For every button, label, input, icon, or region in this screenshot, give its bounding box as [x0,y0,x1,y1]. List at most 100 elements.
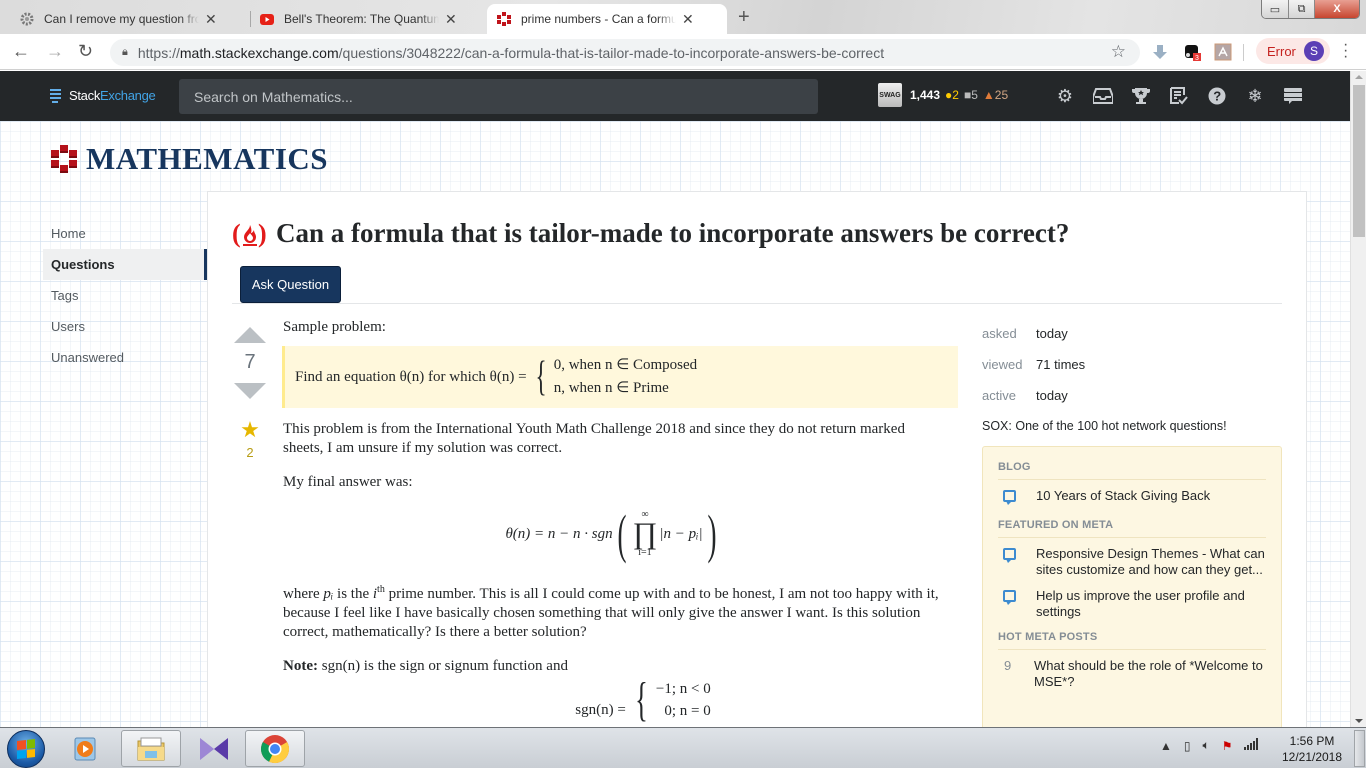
blog-item[interactable]: 10 Years of Stack Giving Back [998,488,1266,505]
network-signal-icon[interactable] [1244,738,1260,753]
user-card[interactable]: SWAG 1,443 ●2 ■5 ▲25 [878,83,1008,107]
reload-icon[interactable]: ↻ [78,41,93,62]
review-queue-icon[interactable] [1160,84,1198,108]
featured-meta-header: FEATURED ON META [998,514,1266,538]
post-paragraph: Note: sgn(n) is the sign or signum funct… [283,658,568,674]
new-tab-button[interactable]: + [738,6,750,29]
browser-tab-active[interactable]: prime numbers - Can a formula t ✕ [487,4,727,34]
hot-question-icon[interactable]: () [232,220,268,248]
nav-item-questions[interactable]: Questions [43,249,207,280]
site-search-input[interactable]: Search on Mathematics... [179,79,818,114]
nav-item-unanswered[interactable]: Unanswered [43,342,207,373]
profile-status-label: Error [1267,43,1296,59]
se-topbar: Stack Exchange Search on Mathematics... S… [0,71,1350,121]
extension-icon[interactable]: 3 [1184,43,1202,62]
close-tab-icon[interactable]: ✕ [682,11,694,28]
asked-row: asked today [982,326,1068,341]
address-bar[interactable]: 🔒︎ https://math.stackexchange.com/questi… [110,39,1140,66]
question-body: Sample problem: Find an equation θ(n) fo… [282,318,958,726]
topbar-icons: ⚙︎ ? ❄︎ [1046,84,1312,108]
media-player-icon[interactable] [56,730,116,767]
inbox-icon[interactable] [1084,84,1122,108]
action-center-flag-icon[interactable]: ⚑ [1222,739,1233,753]
achievements-gear-icon[interactable]: ⚙︎ [1046,84,1084,108]
chat-icon[interactable] [1274,84,1312,108]
tab-title: prime numbers - Can a formula t [521,12,676,26]
nav-item-tags[interactable]: Tags [43,280,207,311]
close-tab-icon[interactable]: ✕ [445,11,457,28]
ask-question-button[interactable]: Ask Question [240,266,341,303]
trophy-icon[interactable] [1122,84,1160,108]
gold-badges: ●2 [945,88,959,102]
browser-toolbar: ← → ↻ 🔒︎ https://math.stackexchange.com/… [0,34,1366,70]
reputation: 1,443 [910,88,941,102]
back-arrow-icon[interactable]: ← [12,41,30,62]
profile-error-button[interactable]: Error S [1256,38,1330,64]
window-controls: ▭ ⧉ X [1261,0,1360,19]
blockquote: Find an equation θ(n) for which θ(n) = {… [282,346,958,408]
favorite-star-icon[interactable]: ★ [232,417,268,443]
url-text: https://math.stackexchange.com/questions… [137,44,885,61]
stackexchange-stack-icon [50,88,61,103]
battery-icon[interactable]: ▯ [1184,739,1191,753]
nav-item-users[interactable]: Users [43,311,207,342]
upvote-arrow-icon[interactable] [234,327,266,343]
bronze-badges: ▲25 [982,88,1009,102]
formula-lhs: θ(n) = n − n · sgn [505,525,613,542]
favorite-count: 2 [246,445,254,460]
system-clock[interactable]: 1:56 PM 12/21/2018 [1280,733,1344,765]
formula-inner: |n − pᵢ| [659,525,703,542]
restore-button[interactable]: ⧉ [1289,0,1315,18]
quote-text: Find an equation θ(n) for which θ(n) = [295,368,527,385]
signum-definition: sgn(n) = { −1; n < 0 0; n = 0 [575,673,711,726]
downvote-arrow-icon[interactable] [234,383,266,399]
browser-tab[interactable]: Can I remove my question from t ✕ [10,4,250,34]
scroll-up-arrow-icon[interactable] [1355,75,1363,79]
site-logo[interactable]: MATHEMATICS [50,141,328,177]
page-scrollbar[interactable] [1350,71,1366,727]
file-explorer-icon[interactable] [121,730,181,767]
chrome-icon[interactable] [245,730,305,767]
browser-menu-icon[interactable]: · · · [1343,37,1348,65]
case-row: 0; n = 0 [664,703,711,719]
math-se-logo-icon [51,145,77,173]
show-hidden-icons[interactable]: ▲ [1160,739,1172,753]
chat-bubble-icon [1003,590,1016,605]
forward-arrow-icon[interactable]: → [46,41,64,62]
download-extension-icon[interactable] [1151,43,1169,61]
site-name: MATHEMATICS [86,141,329,176]
viewed-row: viewed 71 times [982,357,1086,372]
close-tab-icon[interactable]: ✕ [205,11,217,28]
visual-studio-icon[interactable] [184,730,244,767]
product-operator: ∞ ∏ i=1 [632,509,658,558]
logo-text-exchange: Exchange [100,88,156,103]
pdf-extension-icon[interactable] [1214,43,1232,61]
question-title-link[interactable]: Can a formula that is tailor-made to inc… [276,218,1069,249]
stackexchange-logo[interactable]: Stack Exchange [50,88,156,103]
bronze-badge-icon: ▲ [982,88,995,102]
site-switcher-icon[interactable]: ❄︎ [1236,84,1274,108]
tab-title: Can I remove my question from t [44,12,199,26]
system-tray: ▲ ▯ 🔈︎ ⚑ [1160,738,1260,753]
featured-item[interactable]: Help us improve the user profile and set… [998,588,1266,620]
windows-start-icon[interactable] [7,730,45,768]
close-window-button[interactable]: X [1315,0,1359,18]
hot-meta-item[interactable]: 9 What should be the role of *Welcome to … [998,658,1266,690]
nav-item-home[interactable]: Home [43,218,207,249]
scroll-down-arrow-icon[interactable] [1355,719,1363,723]
scrollbar-thumb[interactable] [1353,85,1365,237]
minimize-button[interactable]: ▭ [1262,0,1289,18]
vote-cell: 7 ★ 2 [232,327,268,460]
svg-text:?: ? [1213,89,1221,104]
help-icon[interactable]: ? [1198,84,1236,108]
post-paragraph: My final answer was: [283,474,413,490]
show-desktop-button[interactable] [1354,730,1365,767]
browser-tab[interactable]: Bell's Theorem: The Quantum Ve ✕ [250,4,485,34]
brace: { [535,354,547,400]
volume-icon[interactable]: 🔈︎ [1203,738,1210,753]
bookmark-star-icon[interactable]: ☆ [1111,42,1126,62]
featured-item[interactable]: Responsive Design Themes - What can site… [998,546,1266,578]
main-content: () Can a formula that is tailor-made to … [207,191,1307,727]
svg-text:): ) [258,220,267,248]
question-title: () Can a formula that is tailor-made to … [232,218,1069,249]
